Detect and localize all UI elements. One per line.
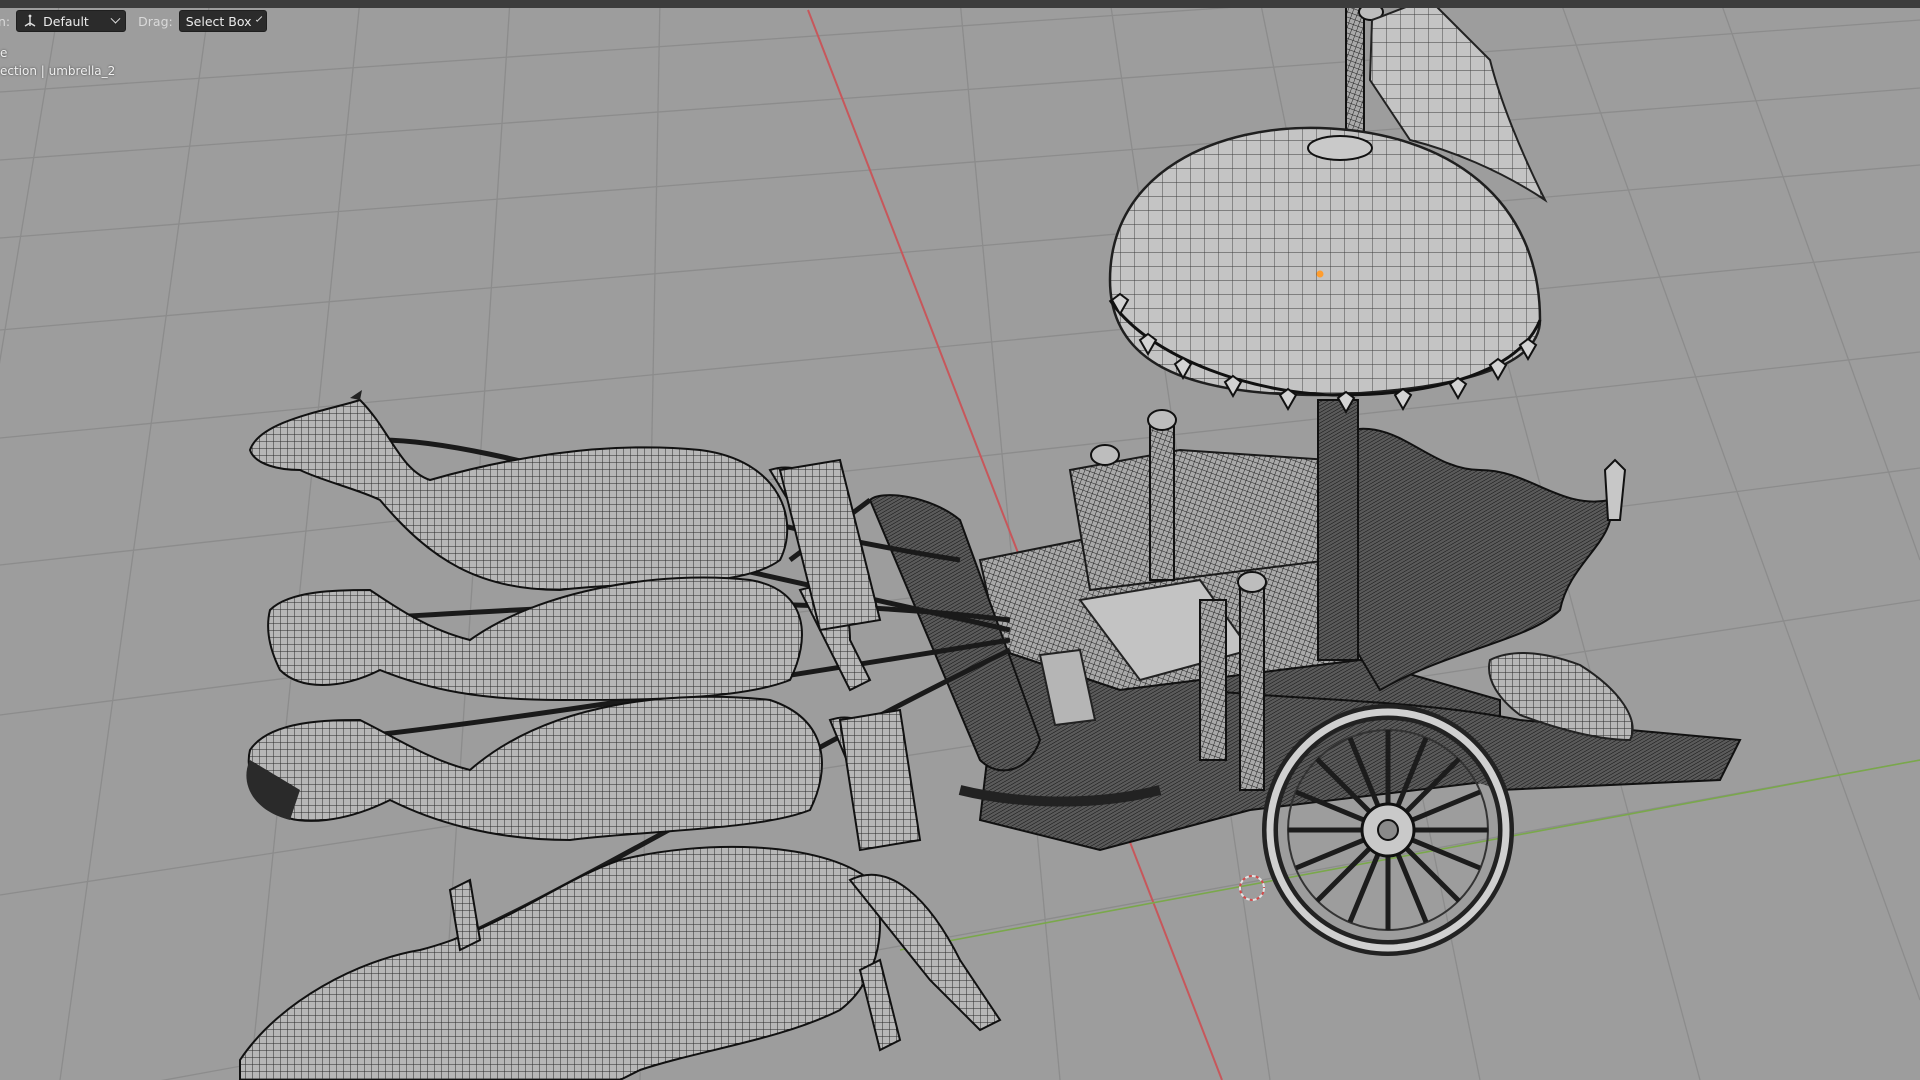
drag-tool-dropdown[interactable]: Select Box [178, 10, 267, 32]
transform-orientation-dropdown[interactable]: Default [16, 10, 127, 32]
3d-viewport[interactable]: n: Default Drag: Select Box e ection | u… [0, 0, 1920, 1080]
pillar-front-right [1239, 579, 1265, 791]
collection-object-info: ection | umbrella_2 [0, 64, 116, 78]
viewport-scene[interactable] [0, 0, 1920, 1080]
pillar-front-left [1149, 419, 1175, 581]
drag-label: Drag: [138, 13, 173, 29]
viewport-header: n: Default Drag: Select Box [0, 8, 267, 34]
chariot-wheel [1262, 704, 1514, 956]
transform-orientation-value: Default [43, 13, 89, 29]
orientation-label: n: [0, 13, 11, 29]
drag-tool-value: Select Box [185, 13, 252, 29]
view-name: e [0, 46, 8, 60]
viewport-info-overlay: e ection | umbrella_2 [0, 44, 115, 80]
chevron-down-icon [110, 13, 121, 24]
header-top-strip [0, 0, 1920, 8]
pillar-center [1199, 599, 1227, 761]
object-origin [1316, 270, 1324, 278]
pillar-back [1317, 399, 1359, 661]
transform-orientation-icon [24, 14, 36, 27]
chevron-down-icon [255, 14, 262, 22]
